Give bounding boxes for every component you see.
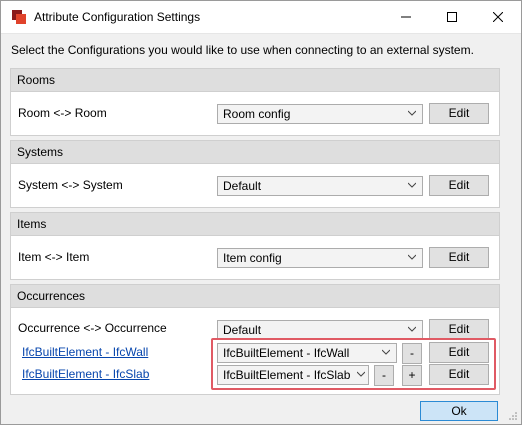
app-icon <box>12 10 26 24</box>
dialog-window: Attribute Configuration Settings Select … <box>0 0 522 425</box>
resize-grip-icon[interactable] <box>508 411 518 421</box>
rooms-row-label: Room <-> Room <box>18 106 107 120</box>
mapping-select-ifcwall-value: IfcBuiltElement - IfcWall <box>223 346 350 360</box>
rooms-edit-button[interactable]: Edit <box>429 103 489 124</box>
ok-button[interactable]: Ok <box>420 401 498 421</box>
rooms-group: Rooms Room <-> Room Room config Edit <box>10 68 500 136</box>
items-edit-button[interactable]: Edit <box>429 247 489 268</box>
chevron-down-icon <box>357 371 365 377</box>
chevron-down-icon <box>408 182 416 188</box>
window-title: Attribute Configuration Settings <box>34 10 201 24</box>
mapping-link-ifcwall[interactable]: IfcBuiltElement - IfcWall <box>22 345 148 359</box>
systems-config-value: Default <box>223 179 262 193</box>
minimize-button[interactable] <box>383 1 429 33</box>
items-row-label: Item <-> Item <box>18 250 90 264</box>
systems-group: Systems System <-> System Default Edit <box>10 140 500 208</box>
items-group-header: Items <box>11 213 499 236</box>
mapping-edit-button[interactable]: Edit <box>429 364 489 385</box>
occurrences-group: Occurrences Occurrence <-> Occurrence De… <box>10 284 500 395</box>
mapping-select-ifcslab-value: IfcBuiltElement - IfcSlab <box>223 368 351 382</box>
rooms-group-header: Rooms <box>11 69 499 92</box>
close-icon <box>493 12 503 22</box>
remove-mapping-button[interactable]: - <box>402 343 422 364</box>
title-bar[interactable]: Attribute Configuration Settings <box>1 1 521 34</box>
rooms-config-select[interactable]: Room config <box>217 104 423 124</box>
occurrences-config-value: Default <box>223 323 262 337</box>
items-config-value: Item config <box>223 251 282 265</box>
maximize-icon <box>447 12 457 22</box>
chevron-down-icon <box>382 349 390 355</box>
mapping-link-ifcslab[interactable]: IfcBuiltElement - IfcSlab <box>22 367 149 381</box>
add-mapping-button[interactable]: + <box>402 365 422 386</box>
rooms-config-value: Room config <box>223 107 291 121</box>
items-group: Items Item <-> Item Item config Edit <box>10 212 500 280</box>
mapping-edit-button[interactable]: Edit <box>429 342 489 363</box>
chevron-down-icon <box>408 254 416 260</box>
mapping-select-ifcwall[interactable]: IfcBuiltElement - IfcWall <box>217 343 397 363</box>
remove-mapping-button[interactable]: - <box>374 365 394 386</box>
systems-config-select[interactable]: Default <box>217 176 423 196</box>
occurrences-edit-button[interactable]: Edit <box>429 319 489 340</box>
occurrences-group-header: Occurrences <box>11 285 499 308</box>
chevron-down-icon <box>408 110 416 116</box>
instruction-text: Select the Configurations you would like… <box>11 43 474 57</box>
systems-row-label: System <-> System <box>18 178 123 192</box>
close-button[interactable] <box>475 1 521 33</box>
systems-edit-button[interactable]: Edit <box>429 175 489 196</box>
occurrences-config-select[interactable]: Default <box>217 320 423 340</box>
mapping-select-ifcslab[interactable]: IfcBuiltElement - IfcSlab <box>217 365 369 385</box>
maximize-button[interactable] <box>429 1 475 33</box>
chevron-down-icon <box>408 326 416 332</box>
items-config-select[interactable]: Item config <box>217 248 423 268</box>
minimize-icon <box>401 16 411 18</box>
occurrences-row-label: Occurrence <-> Occurrence <box>18 321 167 335</box>
systems-group-header: Systems <box>11 141 499 164</box>
